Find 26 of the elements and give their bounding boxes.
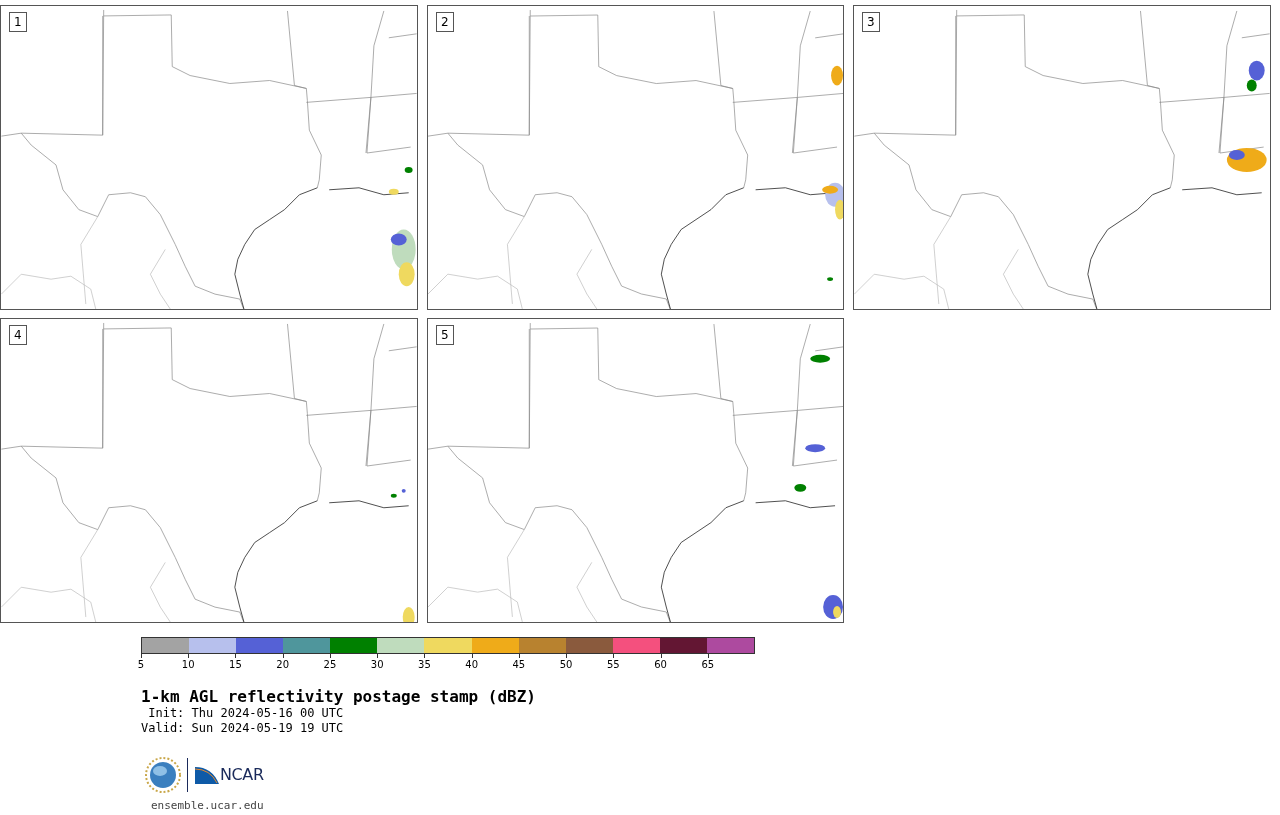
panel-number: 4 (9, 325, 27, 345)
tick-label: 50 (558, 659, 574, 671)
tick-label: 30 (369, 659, 385, 671)
tick-label: 10 (180, 659, 196, 671)
tick-label: 15 (228, 659, 243, 671)
panel-number: 3 (862, 12, 880, 32)
tick-label: 55 (605, 659, 621, 671)
logo-divider (187, 758, 188, 792)
valid-time: Valid: Sun 2024-05-19 19 UTC (141, 721, 345, 736)
globe-emblem-icon (145, 757, 181, 793)
panel-number: 5 (436, 325, 454, 345)
panel-number: 1 (9, 12, 27, 32)
website-url: ensemble.ucar.edu (151, 798, 265, 814)
tick-label: 45 (511, 659, 527, 671)
tick-label: 65 (700, 659, 716, 671)
panel-number: 2 (436, 12, 454, 32)
chart-title: 1-km AGL reflectivity postage stamp (dBZ) (141, 688, 537, 706)
tick-label: 35 (417, 659, 432, 671)
tick-label: 20 (275, 659, 291, 671)
tick-label: 60 (653, 659, 668, 671)
tick-label: 40 (464, 659, 479, 671)
tick-label: 5 (136, 659, 146, 671)
arc-logo-icon (194, 765, 220, 785)
logo-text: NCAR (220, 764, 264, 786)
tick-label: 25 (322, 659, 338, 671)
init-time: Init: Thu 2024-05-16 00 UTC (147, 706, 345, 721)
